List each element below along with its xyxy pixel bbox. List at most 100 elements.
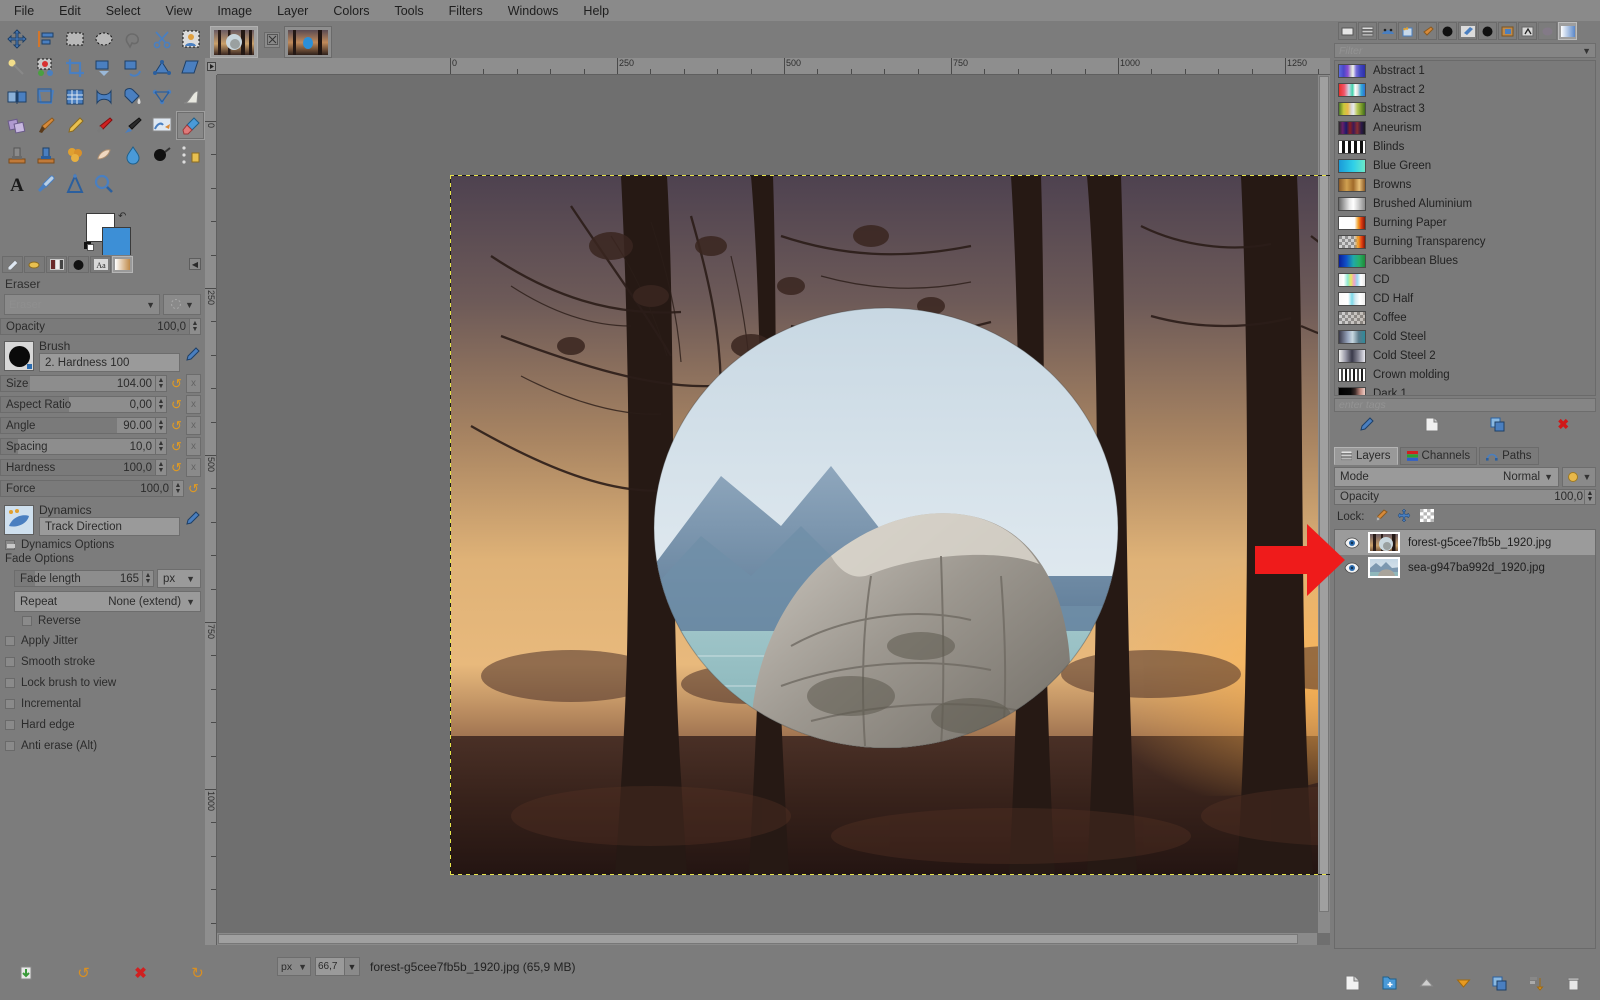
hard-edge-checkbox[interactable]: [5, 720, 15, 730]
lower-layer-icon[interactable]: [1445, 976, 1482, 990]
mypaint-brush-tool-icon[interactable]: [118, 111, 147, 140]
free-select-tool-icon[interactable]: [118, 24, 147, 53]
blur-sharpen-tool-icon[interactable]: [118, 140, 147, 169]
alignment-tool-icon[interactable]: [31, 24, 60, 53]
layer-opacity-spinner[interactable]: ▲ ▼: [1584, 490, 1595, 504]
move-tool-icon[interactable]: [2, 24, 31, 53]
flip-tool-icon[interactable]: [2, 82, 31, 111]
layer-visibility-eye-icon[interactable]: [1343, 535, 1360, 550]
handle-transform-tool-icon[interactable]: [147, 53, 176, 82]
gradient-tag-bar[interactable]: enter tags: [1334, 398, 1596, 412]
gradient-list-item[interactable]: Blinds: [1335, 137, 1595, 156]
blend-tool-icon[interactable]: [2, 111, 31, 140]
menu-item-colors[interactable]: Colors: [331, 3, 371, 19]
incremental-checkbox[interactable]: [5, 699, 15, 709]
apply-jitter-checkbox[interactable]: [5, 636, 15, 646]
measure-tool-icon[interactable]: [176, 140, 205, 169]
angle-spinner[interactable]: ▲ ▼: [156, 417, 167, 434]
cage-transform-tool-icon[interactable]: [89, 82, 118, 111]
size-slider[interactable]: Size 104.00: [0, 375, 156, 392]
warp-transform-tool-icon[interactable]: [60, 82, 89, 111]
aspect-ratio-slider-row[interactable]: Aspect Ratio 0,00 ▲ ▼ ↺ x: [0, 395, 201, 414]
spacing-spinner[interactable]: ▲ ▼: [156, 438, 167, 455]
document-history-tab[interactable]: [1378, 22, 1397, 40]
new-gradient-icon[interactable]: [1400, 417, 1466, 432]
gradient-list-item[interactable]: Abstract 1: [1335, 61, 1595, 80]
hard-edge-row[interactable]: Hard edge: [0, 716, 205, 731]
anti-erase-checkbox[interactable]: [5, 741, 15, 751]
tool-options-menu-button[interactable]: ◀: [189, 258, 201, 270]
rectangle-select-tool-icon[interactable]: [60, 24, 89, 53]
new-layer-icon[interactable]: [1334, 975, 1371, 991]
lock-brush-to-view-checkbox[interactable]: [5, 678, 15, 688]
fonts-tab[interactable]: [1518, 22, 1537, 40]
layer-blend-space-button[interactable]: ▼: [1562, 467, 1596, 487]
layer-list[interactable]: forest-g5cee7fb5b_1920.jpg sea-g947ba992d…: [1334, 529, 1596, 949]
tool-preset-combo[interactable]: Eraser ▼: [4, 294, 160, 315]
aspect-ratio-delete-button[interactable]: x: [186, 395, 201, 414]
lock-alpha-icon[interactable]: [1419, 509, 1434, 525]
canvas-vertical-scrollbar[interactable]: [1318, 75, 1330, 933]
unit-combo[interactable]: px ▼: [277, 957, 311, 976]
images-tab[interactable]: [1358, 22, 1377, 40]
brush-edit-icon[interactable]: [185, 346, 201, 365]
size-spinner[interactable]: ▲ ▼: [156, 375, 167, 392]
smooth-stroke-row[interactable]: Smooth stroke: [0, 653, 205, 668]
brush-value[interactable]: 2. Hardness 100: [39, 353, 180, 372]
ruler-origin-button[interactable]: [205, 58, 217, 75]
menu-item-help[interactable]: Help: [581, 3, 611, 19]
brush-thumbnail[interactable]: [4, 340, 34, 371]
spacing-slider-row[interactable]: Spacing 10,0 ▲ ▼ ↺ x: [0, 437, 201, 456]
angle-delete-button[interactable]: x: [186, 416, 201, 435]
apply-jitter-row[interactable]: Apply Jitter: [0, 632, 205, 647]
lock-pixels-icon[interactable]: [1374, 509, 1388, 525]
delete-layer-icon[interactable]: [1555, 976, 1592, 991]
dodge-burn-tool-icon[interactable]: [147, 140, 176, 169]
fade-length-unit-combo[interactable]: px ▼: [157, 569, 201, 588]
layer-row[interactable]: sea-g947ba992d_1920.jpg: [1335, 555, 1595, 580]
menu-item-image[interactable]: Image: [215, 3, 254, 19]
templates-tab[interactable]: [1398, 22, 1417, 40]
patterns-tab[interactable]: [1438, 22, 1457, 40]
ink-tool-icon[interactable]: [89, 111, 118, 140]
rotate-tool-icon[interactable]: [118, 53, 147, 82]
gradient-list-item[interactable]: Browns: [1335, 175, 1595, 194]
buffers-tab[interactable]: [1338, 22, 1357, 40]
menu-item-view[interactable]: View: [163, 3, 194, 19]
repeat-combo[interactable]: Repeat None (extend) ▼: [14, 591, 201, 612]
delete-gradient-icon[interactable]: ✖: [1531, 416, 1597, 433]
reset-tool-options-icon[interactable]: ↻: [190, 964, 205, 982]
lock-position-icon[interactable]: [1397, 508, 1411, 525]
gradient-tool-icon[interactable]: [147, 82, 176, 111]
tool-presets-tab[interactable]: [1498, 22, 1517, 40]
brushes-tab[interactable]: [68, 256, 89, 273]
hardness-reset-icon[interactable]: ↺: [169, 459, 184, 476]
scissors-select-tool-icon[interactable]: [147, 24, 176, 53]
dynamics-options-expander[interactable]: Dynamics Options: [0, 536, 205, 551]
undo-history-tab[interactable]: [46, 256, 67, 273]
perspective-tool-icon[interactable]: [31, 82, 60, 111]
canvas-horizontal-scrollbar[interactable]: [217, 933, 1317, 945]
tab-paths[interactable]: Paths: [1479, 447, 1539, 465]
save-tool-preset-icon[interactable]: [18, 964, 34, 982]
perspective-clone-tool-icon[interactable]: [31, 140, 60, 169]
delete-tool-preset-icon[interactable]: ✖: [133, 964, 148, 982]
gradient-list-item[interactable]: Dark 1: [1335, 384, 1595, 395]
force-slider-row[interactable]: Force 100,0 ▲ ▼ ↺: [0, 479, 201, 498]
hardness-delete-button[interactable]: x: [186, 458, 201, 477]
menu-item-filters[interactable]: Filters: [447, 3, 485, 19]
tool-options-tab[interactable]: [2, 256, 23, 273]
gradient-list-item[interactable]: Burning Transparency: [1335, 232, 1595, 251]
crop-tool-icon[interactable]: [60, 53, 89, 82]
size-delete-button[interactable]: x: [186, 374, 201, 393]
gradient-list-item[interactable]: Cold Steel 2: [1335, 346, 1595, 365]
canvas-horizontal-scroll-thumb[interactable]: [218, 934, 1298, 944]
force-reset-icon[interactable]: ↺: [186, 480, 201, 497]
palettes-tab[interactable]: [1478, 22, 1497, 40]
vertical-ruler[interactable]: 025050075010001250: [205, 75, 217, 945]
layer-opacity-row[interactable]: Opacity 100,0 ▲ ▼: [1334, 489, 1596, 505]
text-tool-icon[interactable]: A: [2, 169, 31, 198]
gradient-list-item[interactable]: Aneurism: [1335, 118, 1595, 137]
spacing-reset-icon[interactable]: ↺: [169, 438, 184, 455]
reverse-checkbox-row[interactable]: Reverse: [14, 612, 201, 627]
